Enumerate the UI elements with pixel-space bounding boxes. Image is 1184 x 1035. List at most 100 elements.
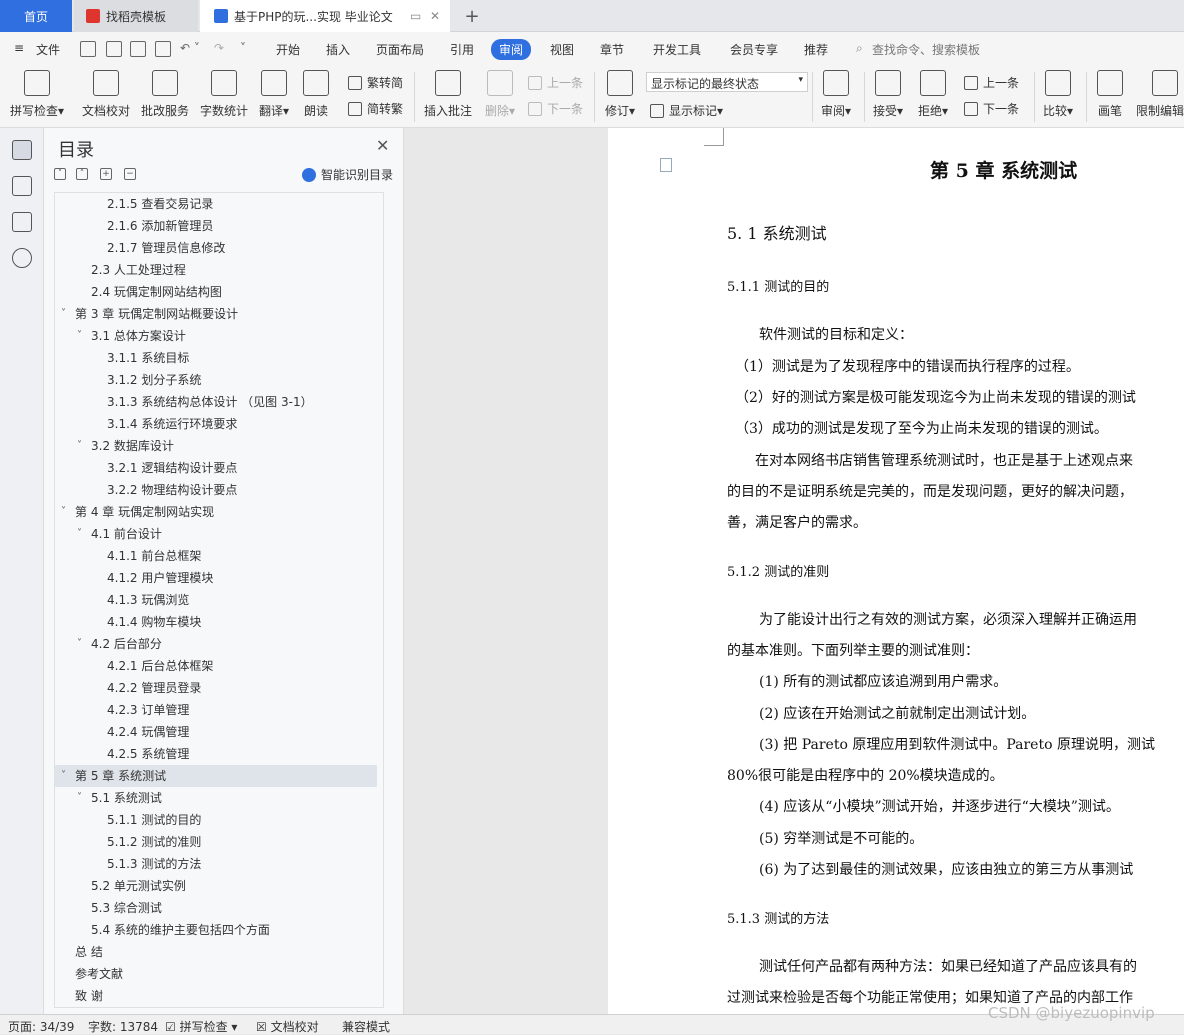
- preview-icon[interactable]: [155, 41, 171, 57]
- bookmark-icon[interactable]: [12, 212, 32, 232]
- proofread-label: 文档校对: [81, 104, 130, 118]
- toc-item-label: 5.2 单元测试实例: [91, 879, 186, 893]
- toc-item-label: 2.1.6 添加新管理员: [107, 219, 214, 233]
- restrict-edit-button[interactable]: 限制编辑: [1136, 70, 1184, 119]
- smart-toc-button[interactable]: 智能识别目录: [302, 166, 393, 183]
- new-tab-button[interactable]: +: [460, 0, 484, 32]
- expand-up-icon[interactable]: ˄: [76, 168, 88, 180]
- paragraph: 的基本准则。下面列举主要的测试准则：: [727, 643, 979, 659]
- toc-item-label: 致 谢: [75, 989, 103, 1003]
- chevron-down-icon[interactable]: ˅: [61, 501, 66, 523]
- menu-start[interactable]: 开始: [276, 41, 300, 58]
- markup-mode-select[interactable]: 显示标记的最终状态 ▾: [646, 72, 808, 92]
- simp-to-trad-button[interactable]: 简转繁: [348, 100, 403, 117]
- restrict-edit-icon: [1152, 70, 1178, 96]
- toc-item-label: 第 4 章 玩偶定制网站实现: [75, 505, 215, 519]
- comment-icon: [435, 70, 461, 96]
- chevron-down-icon[interactable]: ˅: [77, 435, 82, 457]
- read-aloud-button[interactable]: 朗读: [286, 70, 346, 119]
- toc-item[interactable]: ˅ 第 5 章 系统测试: [55, 765, 377, 787]
- command-search[interactable]: 查找命令、搜索模板: [872, 41, 980, 58]
- chevron-down-icon[interactable]: ˅: [77, 633, 82, 655]
- next-comment-button[interactable]: 下一条: [528, 100, 583, 117]
- restrict-edit-label: 限制编辑: [1136, 104, 1184, 118]
- compare-button[interactable]: 比较▾: [1028, 70, 1088, 119]
- toc-item-label: 4.1.4 购物车模块: [107, 615, 202, 629]
- markup-mode-value: 显示标记的最终状态: [651, 77, 760, 91]
- prev-change-button[interactable]: 上一条: [964, 74, 1019, 91]
- tab-template[interactable]: 找稻壳模板: [74, 0, 198, 32]
- toc-item-label: 3.2.1 逻辑结构设计要点: [107, 461, 238, 475]
- menu-insert[interactable]: 插入: [326, 41, 350, 58]
- page-icon[interactable]: [660, 158, 672, 172]
- toc-item-label: 3.1.4 系统运行环境要求: [107, 417, 238, 431]
- collapse-all-icon[interactable]: ˅: [54, 168, 66, 180]
- chevron-down-icon[interactable]: ˅: [61, 765, 66, 787]
- search-icon[interactable]: [12, 248, 32, 268]
- revise-service-button[interactable]: 批改服务: [135, 70, 195, 119]
- revise-service-label: 批改服务: [140, 104, 189, 118]
- show-markup-button[interactable]: 显示标记 ▾: [650, 102, 723, 119]
- word-count-indicator[interactable]: 字数: 13784: [88, 1018, 158, 1035]
- proofread-status-label: 文档校对: [270, 1020, 319, 1034]
- prev-comment-icon: [528, 75, 542, 90]
- chevron-down-icon[interactable]: ˅: [77, 325, 82, 347]
- track-changes-button[interactable]: 修订▾: [590, 70, 650, 119]
- close-icon[interactable]: ✕: [376, 136, 389, 155]
- outline-icon[interactable]: [12, 140, 32, 160]
- document-page: 第 5 章 系统测试 5. 1 系统测试 5.1.1 测试的目的 软件测试的目标…: [608, 128, 1184, 1014]
- menu-devtools[interactable]: 开发工具: [653, 41, 701, 58]
- menu-view[interactable]: 视图: [550, 41, 574, 58]
- screen-icon[interactable]: ▭: [410, 9, 421, 23]
- pen-button[interactable]: 画笔: [1080, 70, 1140, 119]
- hamburger-icon[interactable]: ≡: [14, 41, 24, 55]
- more-icon[interactable]: ˅: [240, 41, 246, 55]
- export-icon[interactable]: [106, 41, 122, 57]
- remove-heading-icon[interactable]: −: [124, 168, 136, 180]
- prev-comment-label: 上一条: [547, 76, 584, 90]
- save-icon[interactable]: [80, 41, 96, 57]
- trad-to-simp-button[interactable]: 繁转简: [348, 74, 403, 91]
- menu-reference[interactable]: 引用: [450, 41, 474, 58]
- chevron-down-icon[interactable]: ˅: [61, 303, 66, 325]
- page-indicator[interactable]: 页面: 34/39: [8, 1018, 74, 1035]
- insert-comment-button[interactable]: 插入批注: [418, 70, 478, 119]
- toc-item-label: 4.1.2 用户管理模块: [107, 571, 214, 585]
- prev-comment-button[interactable]: 上一条: [528, 74, 583, 91]
- chevron-down-icon[interactable]: ˅: [77, 523, 82, 545]
- spell-check-status[interactable]: ☑ 拼写检查 ▾: [165, 1018, 237, 1035]
- reject-button[interactable]: 拒绝▾: [903, 70, 963, 119]
- proofread-button[interactable]: 文档校对: [76, 70, 136, 119]
- compare-label: 比较: [1042, 104, 1067, 118]
- track-changes-label: 修订: [604, 104, 629, 118]
- toc-item-label: 5.1.2 测试的准则: [107, 835, 202, 849]
- undo-icon[interactable]: ↶ ˅: [180, 41, 200, 55]
- toc-item-label: 5.1 系统测试: [91, 791, 162, 805]
- menu-chapter[interactable]: 章节: [600, 41, 624, 58]
- review-pane-button[interactable]: 审阅▾: [806, 70, 866, 119]
- paragraph: (2) 应该在开始测试之前就制定出测试计划。: [759, 706, 1036, 722]
- close-icon[interactable]: ✕: [430, 9, 440, 23]
- delete-comment-button[interactable]: 删除▾: [470, 70, 530, 119]
- tab-document[interactable]: 基于PHP的玩...实现 毕业论文 ▭ ✕: [200, 0, 450, 32]
- proofread-status[interactable]: ☒ 文档校对: [256, 1018, 319, 1035]
- toc-item-label: 第 3 章 玩偶定制网站概要设计: [75, 307, 239, 321]
- menu-review[interactable]: 审阅: [491, 39, 532, 60]
- toc-item-label: 4.2.5 系统管理: [107, 747, 190, 761]
- next-change-button[interactable]: 下一条: [964, 100, 1019, 117]
- redo-icon[interactable]: ↷: [214, 41, 224, 55]
- paragraph: 在对本网络书店销售管理系统测试时，也正是基于上述观点来: [755, 453, 1133, 469]
- writer-doc-icon: [214, 9, 228, 23]
- menu-file[interactable]: 文件: [36, 41, 60, 58]
- menu-member[interactable]: 会员专享: [730, 41, 778, 58]
- add-heading-icon[interactable]: +: [100, 168, 112, 180]
- paragraph: 善，满足客户的需求。: [727, 515, 867, 531]
- spell-check-button[interactable]: 拼写检查▾: [7, 70, 67, 119]
- menu-layout[interactable]: 页面布局: [376, 41, 424, 58]
- tab-home[interactable]: 首页: [0, 0, 72, 32]
- chapter-nav-icon[interactable]: [12, 176, 32, 196]
- menu-recommend[interactable]: 推荐: [804, 41, 828, 58]
- print-icon[interactable]: [130, 41, 146, 57]
- toc-item-label: 2.3 人工处理过程: [91, 263, 186, 277]
- chevron-down-icon[interactable]: ˅: [77, 787, 82, 809]
